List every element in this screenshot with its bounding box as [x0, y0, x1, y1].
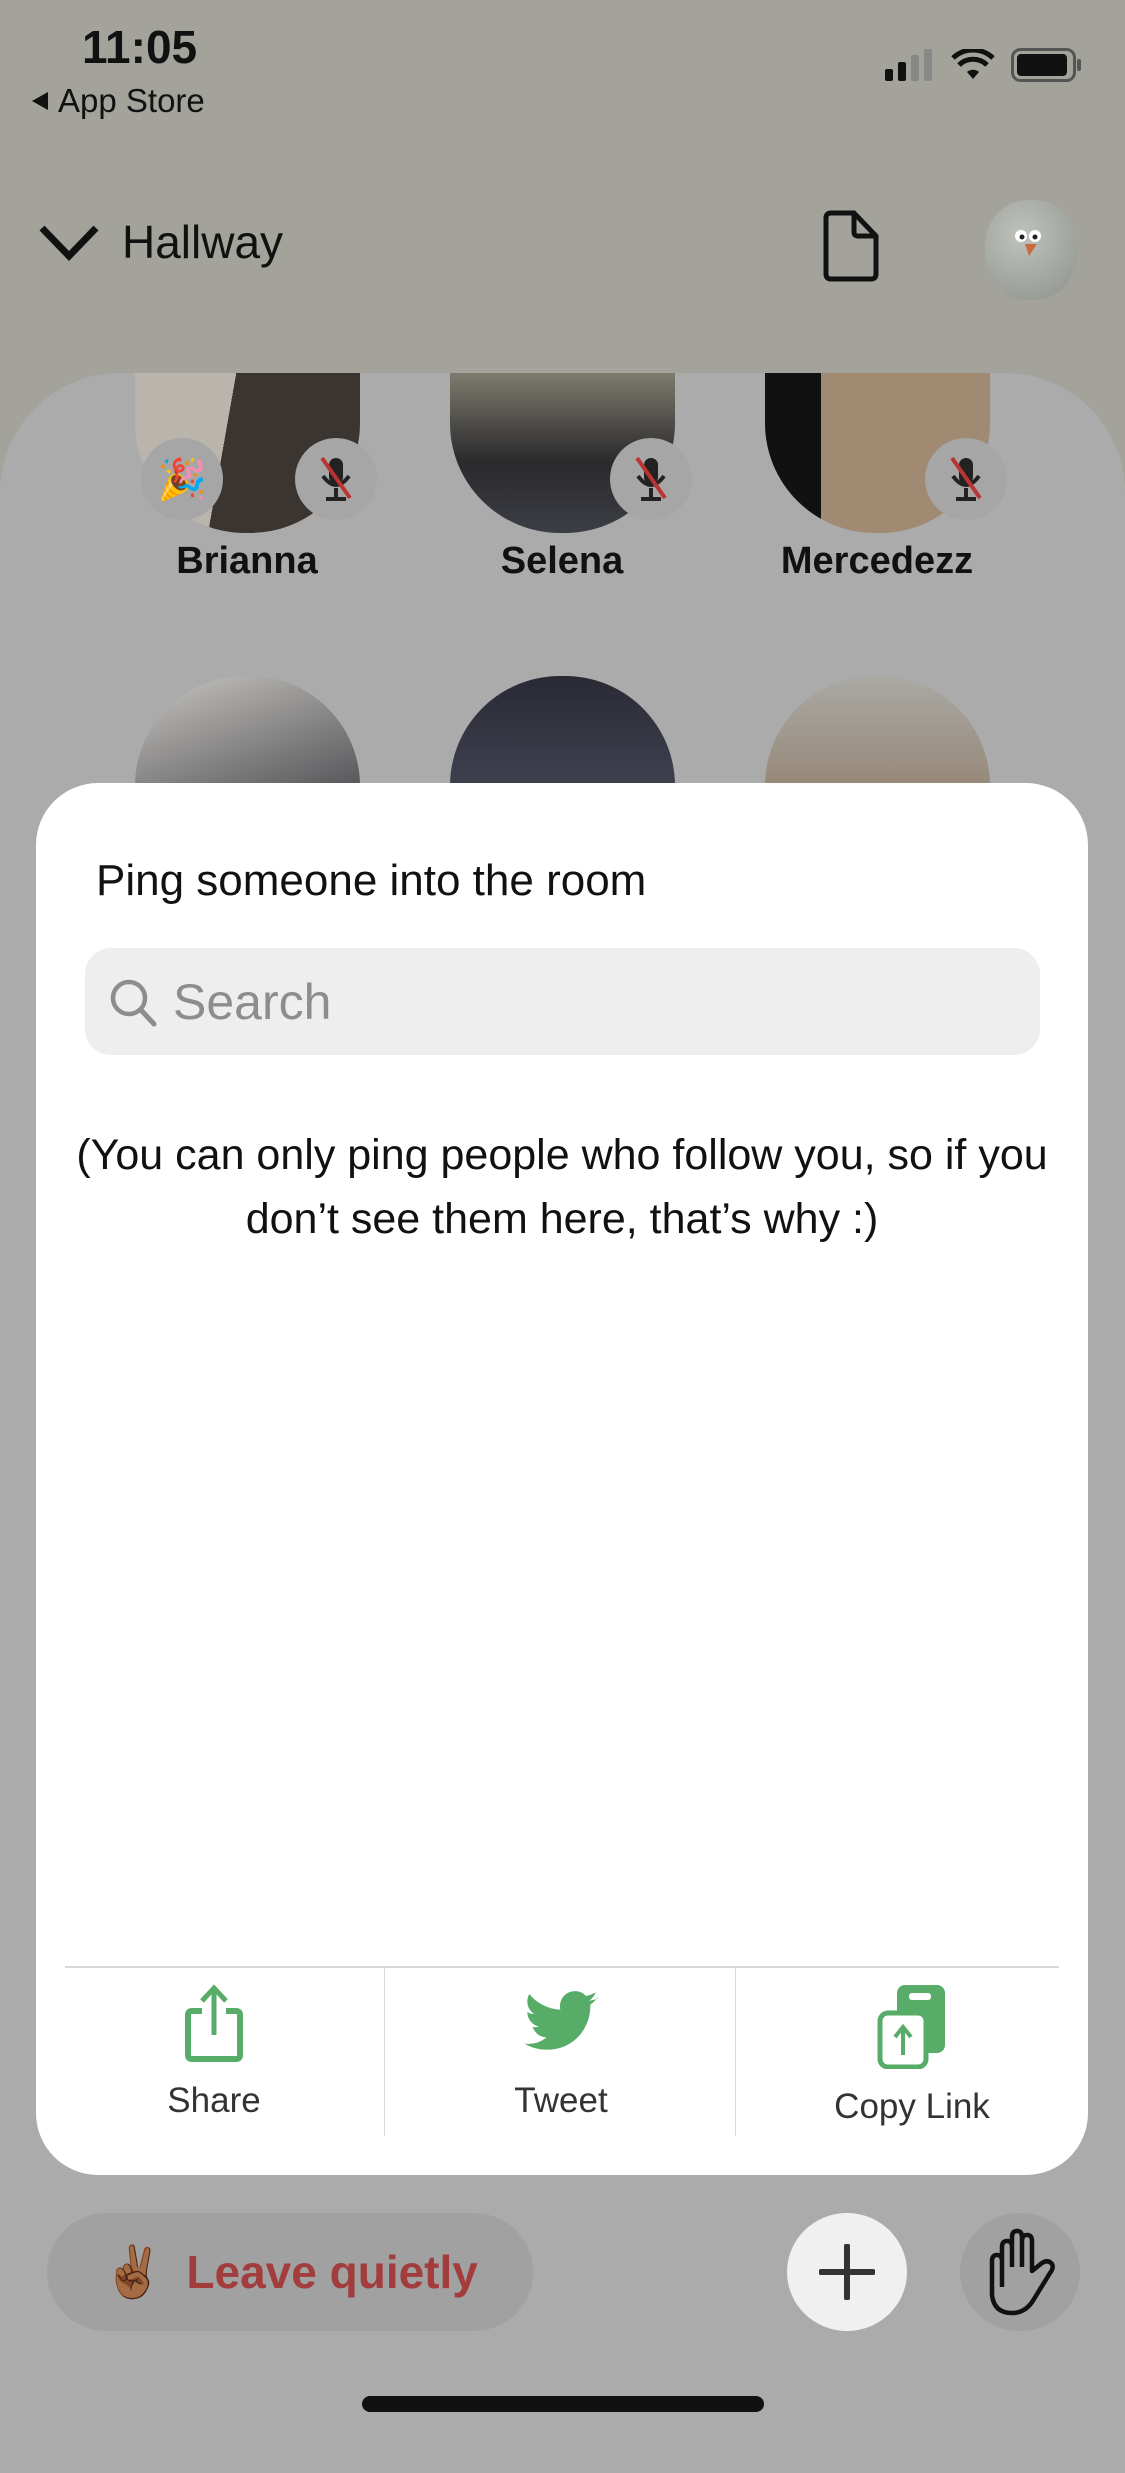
badge-emoji: 🎉: [157, 457, 207, 502]
party-emoji-badge: 🎉: [141, 438, 223, 520]
add-button[interactable]: [787, 2213, 907, 2331]
muted-mic-icon: [295, 438, 377, 520]
copy-link-icon: [877, 1985, 945, 2069]
copy-link-label: Copy Link: [834, 2087, 990, 2126]
chevron-down-icon: [39, 225, 99, 262]
divider: [735, 1966, 736, 2136]
muted-mic-icon: [925, 438, 1007, 520]
back-label: App Store: [58, 82, 205, 119]
tweet-label: Tweet: [514, 2081, 608, 2120]
speaker-name: Mercedezz: [780, 540, 974, 582]
wifi-icon: [951, 49, 995, 79]
signal-icon: [885, 49, 932, 81]
home-indicator[interactable]: [362, 2396, 764, 2412]
tweet-button[interactable]: Tweet: [391, 1983, 731, 2153]
profile-avatar[interactable]: [985, 200, 1077, 300]
search-icon: [110, 979, 157, 1026]
raise-hand-icon: [989, 2228, 1055, 2316]
plus-icon: [819, 2244, 875, 2300]
share-icon: [185, 1984, 243, 2062]
divider: [384, 1966, 385, 2136]
search-input[interactable]: [173, 972, 973, 1031]
battery-icon: [1011, 48, 1081, 82]
ping-note: (You can only ping people who follow you…: [76, 1131, 1048, 1243]
raise-hand-button[interactable]: [960, 2213, 1080, 2331]
muted-mic-icon: [610, 438, 692, 520]
share-button[interactable]: Share: [44, 1983, 384, 2153]
back-to-app-store[interactable]: App Store: [30, 82, 205, 120]
ping-sheet: Ping someone into the room (You can only…: [36, 783, 1088, 2175]
leave-quietly-button[interactable]: ✌🏾 Leave quietly: [47, 2213, 533, 2331]
peace-emoji: ✌🏾: [102, 2243, 165, 2300]
status-icons: [885, 48, 1083, 82]
back-triangle-icon: [32, 92, 48, 110]
divider: [65, 1966, 1059, 1968]
leave-quietly-label: Leave quietly: [186, 2246, 478, 2298]
share-label: Share: [167, 2081, 261, 2120]
room-title-button[interactable]: Hallway: [38, 215, 283, 269]
speaker-name: Selena: [500, 540, 624, 582]
bird-avatar-icon: [1015, 230, 1041, 256]
room-title: Hallway: [122, 216, 284, 268]
copy-link-button[interactable]: Copy Link: [742, 1983, 1082, 2153]
status-time: 11:05: [82, 21, 198, 73]
speaker-name: Brianna: [176, 540, 318, 582]
document-icon[interactable]: [820, 210, 880, 282]
twitter-icon: [524, 1991, 598, 2050]
sheet-title: Ping someone into the room: [96, 856, 647, 905]
search-field[interactable]: [85, 948, 1040, 1055]
